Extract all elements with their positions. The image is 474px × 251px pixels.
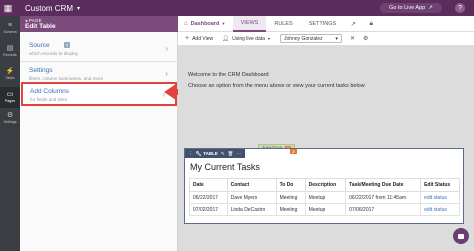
- chevron-right-icon: ›: [165, 44, 168, 53]
- rail-item-pages[interactable]: ▭ Pages: [0, 87, 20, 108]
- chat-support-button[interactable]: [453, 228, 469, 244]
- chevron-right-icon: ›: [165, 69, 168, 78]
- user-select[interactable]: Johnny Gonzalez ▾: [279, 34, 342, 43]
- trash-icon[interactable]: 🗑︎: [228, 151, 234, 157]
- tab-settings[interactable]: SETTINGS: [301, 16, 345, 32]
- go-live-label: Go to Live App: [389, 5, 426, 11]
- column-header[interactable]: Contact: [226, 178, 277, 192]
- menu-item-subtitle: which records to display: [29, 51, 79, 56]
- edit-icon[interactable]: ✎: [221, 151, 225, 157]
- tab-label: VIEWS: [240, 19, 259, 26]
- top-bar: ▦ Custom CRM ▾ Go to Live App ↗ ?: [0, 0, 474, 16]
- tasks-icon: ⚡: [5, 68, 15, 75]
- menu-item-source[interactable]: Source ? which records to display ›: [20, 38, 178, 62]
- rail-item-label: Records: [3, 53, 17, 57]
- tab-label: Dashboard: [190, 20, 220, 27]
- wrench-icon: 🔧︎: [195, 150, 202, 156]
- table-row: 06/22/2017 Dave Myers Meeting Meetup 06/…: [189, 191, 460, 204]
- column-header[interactable]: Task/Meeting Due Date: [345, 178, 422, 192]
- home-icon: ⌂: [184, 20, 188, 27]
- table-header-row: Date Contact To Do Description Task/Meet…: [189, 178, 460, 192]
- table-cell: Meetup: [304, 203, 347, 216]
- column-header[interactable]: Edit Status: [420, 178, 460, 192]
- welcome-heading: Welcome to the CRM Dashboard: [188, 72, 269, 78]
- welcome-text: Choose an option from the menu above or …: [188, 83, 365, 89]
- table-cell: Linda DeCastro: [226, 203, 277, 216]
- tasks-table: Date Contact To Do Description Task/Meet…: [189, 178, 460, 216]
- view-toolbar: + Add View 👤︎ Using live data ▾ Johnny G…: [178, 32, 474, 46]
- table-view-toolbar: ⋮ 🔧︎ TABLE ✎ 🗑︎ ⋯: [185, 149, 245, 158]
- tab-label: SETTINGS: [308, 20, 337, 27]
- rail-item-settings[interactable]: ⚙ Settings: [0, 108, 20, 129]
- chevron-down-icon: ▾: [222, 20, 225, 26]
- table-cell: Meeting: [275, 203, 306, 216]
- apps-grid-icon[interactable]: ▦: [0, 0, 16, 16]
- table-cell: 07/06/2017: [345, 203, 422, 216]
- table-row: 07/02/2017 Linda DeCastro Meeting Meetup…: [189, 203, 460, 216]
- table-cell: 06/22/2017 from 11:45am: [345, 191, 422, 204]
- table-cell: Meeting: [275, 191, 306, 204]
- chevron-down-icon[interactable]: ▾: [268, 36, 270, 41]
- menu-item-add-columns[interactable]: Add Columns for fields and links ›: [21, 82, 177, 106]
- panel-title: Edit Table: [25, 23, 56, 30]
- menu-item-title: Source: [29, 42, 50, 49]
- user-select-value: Johnny Gonzalez: [283, 35, 323, 42]
- menu-item-subtitle: filters, column summaries, and more: [29, 76, 104, 81]
- chevron-down-icon: ▾: [335, 35, 338, 42]
- rail-item-label: Pages: [4, 99, 16, 103]
- page-tabs: ⌂ Dashboard ▾ VIEWS RULES SETTINGS ↗ 🔒︎: [178, 15, 474, 32]
- tab-dashboard[interactable]: ⌂ Dashboard ▾: [178, 16, 233, 32]
- chevron-down-icon[interactable]: ▾: [77, 5, 80, 12]
- drag-handle-icon[interactable]: ⋮: [188, 151, 193, 157]
- lock-icon[interactable]: 🔒︎: [362, 16, 380, 32]
- external-link-icon: ↗: [428, 5, 433, 11]
- help-icon[interactable]: ?: [455, 3, 465, 13]
- more-icon[interactable]: ⋯: [236, 151, 241, 157]
- table-cell: 07/02/2017: [189, 203, 228, 216]
- table-view-title: My Current Tasks: [190, 162, 260, 172]
- table-cell: Meetup: [304, 191, 347, 204]
- schema-icon: ≡: [7, 22, 13, 29]
- live-data-dropdown[interactable]: Using live data: [232, 36, 265, 42]
- left-rail: ≡ Schema ▤ Records ⚡ Tasks ▭ Pages ⚙ Set…: [0, 16, 20, 251]
- panel-header: ◂ PAGE Edit Table: [20, 16, 178, 32]
- rail-item-label: Settings: [3, 120, 17, 124]
- table-view[interactable]: ⋮ 🔧︎ TABLE ✎ 🗑︎ ⋯ 3 My Current Tasks Dat…: [184, 148, 464, 224]
- close-icon[interactable]: ✕: [350, 35, 355, 42]
- pages-icon: ▭: [6, 91, 14, 98]
- menu-item-title: Settings: [29, 67, 53, 74]
- rail-item-schema[interactable]: ≡ Schema: [0, 18, 20, 39]
- menu-item-subtitle: for fields and links: [30, 97, 67, 102]
- add-view-button[interactable]: Add View: [192, 36, 213, 42]
- table-tag-label: TABLE: [203, 151, 218, 156]
- column-header[interactable]: Date: [189, 178, 228, 192]
- user-icon: 👤︎: [222, 35, 230, 42]
- view-count-badge: 3: [290, 148, 297, 154]
- help-question-icon[interactable]: ?: [64, 42, 70, 48]
- table-tag: 🔧︎ TABLE: [196, 151, 218, 157]
- column-header[interactable]: Description: [304, 178, 347, 192]
- edit-table-panel: ◂ PAGE Edit Table Source ? which records…: [20, 16, 178, 251]
- go-to-live-app-button[interactable]: Go to Live App ↗: [380, 3, 442, 13]
- tab-views[interactable]: VIEWS: [232, 15, 267, 32]
- settings-icon[interactable]: ⚙: [363, 35, 368, 42]
- edit-status-link[interactable]: edit status: [420, 191, 460, 204]
- tab-rules[interactable]: RULES: [266, 16, 300, 32]
- settings-icon: ⚙: [6, 112, 14, 119]
- menu-item-title: Add Columns: [30, 88, 70, 95]
- edit-status-link[interactable]: edit status: [420, 203, 460, 216]
- external-link-icon[interactable]: ↗: [344, 16, 362, 32]
- records-icon: ▤: [6, 45, 14, 52]
- rail-item-label: Schema: [3, 30, 17, 34]
- app-title[interactable]: Custom CRM: [25, 4, 73, 13]
- table-cell: 06/22/2017: [189, 191, 228, 204]
- column-header[interactable]: To Do: [275, 178, 306, 192]
- chat-icon: [458, 233, 464, 239]
- rail-item-tasks[interactable]: ⚡ Tasks: [0, 64, 20, 85]
- rail-item-records[interactable]: ▤ Records: [0, 41, 20, 62]
- table-cell: Dave Myers: [226, 191, 277, 204]
- rail-item-label: Tasks: [5, 76, 15, 80]
- plus-icon[interactable]: +: [185, 35, 189, 42]
- tab-label: RULES: [274, 20, 293, 27]
